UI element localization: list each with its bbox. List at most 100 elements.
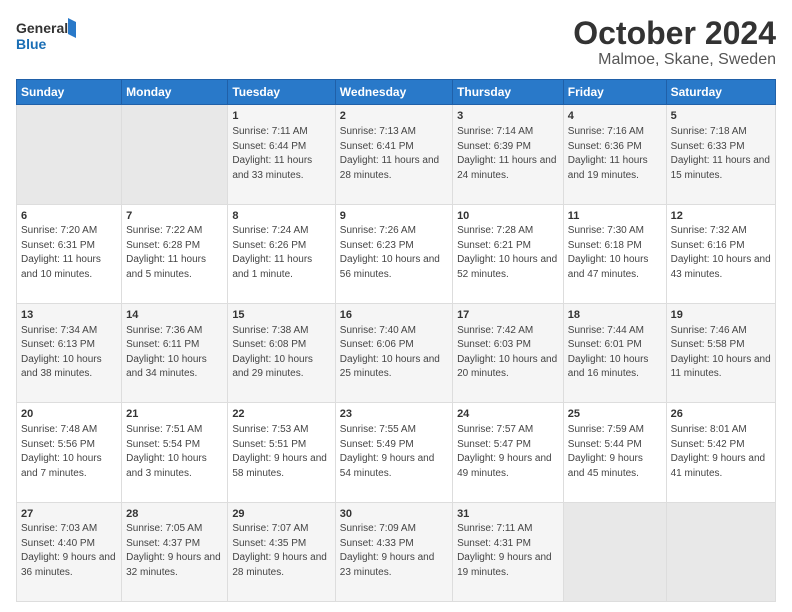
calendar-cell: 10Sunrise: 7:28 AMSunset: 6:21 PMDayligh…: [453, 204, 564, 303]
calendar-cell: 16 Sunrise: 7:40 AM Sunset: 6:06 PM Dayligh…: [335, 303, 452, 402]
sunset-info: Sunset: 6:33 PM: [671, 141, 745, 152]
calendar-cell: 14Sunrise: 7:36 AMSunset: 6:11 PMDayligh…: [122, 303, 228, 402]
logo-svg: General Blue: [16, 16, 76, 56]
sunset-info: Sunset: 6:01 PM: [568, 339, 642, 350]
calendar-cell: 29Sunrise: 7:07 AMSunset: 4:35 PMDayligh…: [228, 502, 335, 601]
calendar-row: 1Sunrise: 7:11 AMSunset: 6:44 PMDaylight…: [17, 105, 776, 204]
sunset-info: Sunset: 6:44 PM: [232, 141, 306, 152]
daylight-info: Daylight: 10 hours and 25 minutes.: [340, 354, 440, 380]
day-number: 25: [568, 408, 580, 420]
sunrise-info: Sunrise: 7:34 AM: [21, 325, 97, 336]
calendar-cell: 18Sunrise: 7:44 AMSunset: 6:01 PMDayligh…: [563, 303, 666, 402]
daylight-info: Daylight: 10 hours and 29 minutes.: [232, 354, 313, 380]
sunrise-info: Sunrise: 7:05 AM: [126, 523, 202, 534]
sunrise-info: Sunrise: 7:11 AM: [232, 126, 307, 137]
calendar-cell: 11Sunrise: 7:30 AMSunset: 6:18 PMDayligh…: [563, 204, 666, 303]
logo: General Blue: [16, 16, 76, 56]
day-number: 2: [340, 110, 346, 122]
daylight-info: Daylight: 9 hours and 23 minutes.: [340, 552, 435, 578]
sunset-info: Sunset: 5:54 PM: [126, 439, 200, 450]
sunset-info: Sunset: 6:28 PM: [126, 240, 200, 251]
sunset-info: Sunset: 5:47 PM: [457, 439, 531, 450]
sunrise-info: Sunrise: 7:26 AM: [340, 225, 416, 236]
sunrise-info: Sunrise: 7:36 AM: [126, 325, 202, 336]
calendar-cell: 7Sunrise: 7:22 AMSunset: 6:28 PMDaylight…: [122, 204, 228, 303]
daylight-info: Daylight: 9 hours and 32 minutes.: [126, 552, 221, 578]
daylight-info: Daylight: 9 hours and 49 minutes.: [457, 453, 552, 479]
sunset-info: Sunset: 5:42 PM: [671, 439, 745, 450]
day-number: 15: [232, 309, 244, 321]
calendar-cell: 17Sunrise: 7:42 AMSunset: 6:03 PMDayligh…: [453, 303, 564, 402]
col-header-monday: Monday: [122, 80, 228, 105]
daylight-info: Daylight: 9 hours and 45 minutes.: [568, 453, 643, 479]
calendar-row: 27Sunrise: 7:03 AMSunset: 4:40 PMDayligh…: [17, 502, 776, 601]
calendar-cell: 1Sunrise: 7:11 AMSunset: 6:44 PMDaylight…: [228, 105, 335, 204]
day-number: 26: [671, 408, 683, 420]
sunset-info: Sunset: 5:51 PM: [232, 439, 306, 450]
col-header-saturday: Saturday: [666, 80, 775, 105]
col-header-thursday: Thursday: [453, 80, 564, 105]
sunrise-info: Sunrise: 7:30 AM: [568, 225, 644, 236]
sunrise-info: Sunrise: 7:28 AM: [457, 225, 533, 236]
sunset-info: Sunset: 6:26 PM: [232, 240, 306, 251]
daylight-info: Daylight: 10 hours and 34 minutes.: [126, 354, 207, 380]
day-number: 8: [232, 210, 238, 222]
sunset-info: Sunset: 6:11 PM: [126, 339, 199, 350]
calendar-cell: 22Sunrise: 7:53 AMSunset: 5:51 PMDayligh…: [228, 403, 335, 502]
sunset-info: Sunset: 6:21 PM: [457, 240, 531, 251]
calendar-cell: 23Sunrise: 7:55 AMSunset: 5:49 PMDayligh…: [335, 403, 452, 502]
calendar-cell: 26Sunrise: 8:01 AMSunset: 5:42 PMDayligh…: [666, 403, 775, 502]
sunset-info: Sunset: 4:35 PM: [232, 538, 306, 549]
sunrise-info: Sunrise: 7:11 AM: [457, 523, 532, 534]
calendar-cell: 6Sunrise: 7:20 AMSunset: 6:31 PMDaylight…: [17, 204, 122, 303]
sunset-info: Sunset: 4:33 PM: [340, 538, 414, 549]
sunrise-info: Sunrise: 7:24 AM: [232, 225, 308, 236]
sunset-info: Sunset: 4:37 PM: [126, 538, 200, 549]
day-number: 24: [457, 408, 469, 420]
sunrise-info: Sunrise: 7:07 AM: [232, 523, 308, 534]
calendar-cell: 25Sunrise: 7:59 AMSunset: 5:44 PMDayligh…: [563, 403, 666, 502]
sunrise-info: Sunrise: 7:53 AM: [232, 424, 308, 435]
sunrise-info: Sunrise: 7:55 AM: [340, 424, 416, 435]
day-number: 18: [568, 309, 580, 321]
sunrise-info: Sunrise: 7:20 AM: [21, 225, 97, 236]
daylight-info: Daylight: 10 hours and 3 minutes.: [126, 453, 207, 479]
day-number: 30: [340, 508, 352, 520]
sunset-info: Sunset: 6:08 PM: [232, 339, 306, 350]
daylight-info: Daylight: 10 hours and 7 minutes.: [21, 453, 102, 479]
col-header-friday: Friday: [563, 80, 666, 105]
day-number: 17: [457, 309, 469, 321]
sunrise-info: Sunrise: 7:13 AM: [340, 126, 416, 137]
calendar-cell: 2Sunrise: 7:13 AMSunset: 6:41 PMDaylight…: [335, 105, 452, 204]
daylight-info: Daylight: 10 hours and 38 minutes.: [21, 354, 102, 380]
title-block: October 2024 Malmoe, Skane, Sweden: [573, 16, 776, 69]
daylight-info: Daylight: 9 hours and 58 minutes.: [232, 453, 327, 479]
day-number: 27: [21, 508, 33, 520]
calendar-cell: 5Sunrise: 7:18 AMSunset: 6:33 PMDaylight…: [666, 105, 775, 204]
daylight-info: Daylight: 11 hours and 28 minutes.: [340, 155, 439, 181]
calendar-row: 20Sunrise: 7:48 AMSunset: 5:56 PMDayligh…: [17, 403, 776, 502]
daylight-info: Daylight: 11 hours and 19 minutes.: [568, 155, 648, 181]
sunset-info: Sunset: 5:44 PM: [568, 439, 642, 450]
day-number: 16: [340, 309, 352, 321]
sunset-info: Sunset: 4:40 PM: [21, 538, 95, 549]
sunrise-info: Sunrise: 7:18 AM: [671, 126, 747, 137]
calendar-cell: 3Sunrise: 7:14 AMSunset: 6:39 PMDaylight…: [453, 105, 564, 204]
calendar-cell: 8 Sunrise: 7:24 AM Sunset: 6:26 PM Daylight…: [228, 204, 335, 303]
sunrise-info: Sunrise: 7:57 AM: [457, 424, 533, 435]
daylight-info: Daylight: 11 hours and 1 minute.: [232, 254, 312, 280]
sunset-info: Sunset: 6:06 PM: [340, 339, 414, 350]
calendar-cell: 27Sunrise: 7:03 AMSunset: 4:40 PMDayligh…: [17, 502, 122, 601]
calendar-cell: 21Sunrise: 7:51 AMSunset: 5:54 PMDayligh…: [122, 403, 228, 502]
sunrise-info: Sunrise: 7:40 AM: [340, 325, 416, 336]
sunset-info: Sunset: 6:13 PM: [21, 339, 95, 350]
sunset-info: Sunset: 6:31 PM: [21, 240, 95, 251]
daylight-info: Daylight: 10 hours and 56 minutes.: [340, 254, 440, 280]
page-title: October 2024: [573, 16, 776, 51]
calendar-row: 13Sunrise: 7:34 AMSunset: 6:13 PMDayligh…: [17, 303, 776, 402]
day-number: 10: [457, 210, 469, 222]
calendar-cell: 4Sunrise: 7:16 AMSunset: 6:36 PMDaylight…: [563, 105, 666, 204]
page-subtitle: Malmoe, Skane, Sweden: [573, 51, 776, 69]
daylight-info: Daylight: 11 hours and 15 minutes.: [671, 155, 770, 181]
calendar-body: 1Sunrise: 7:11 AMSunset: 6:44 PMDaylight…: [17, 105, 776, 602]
